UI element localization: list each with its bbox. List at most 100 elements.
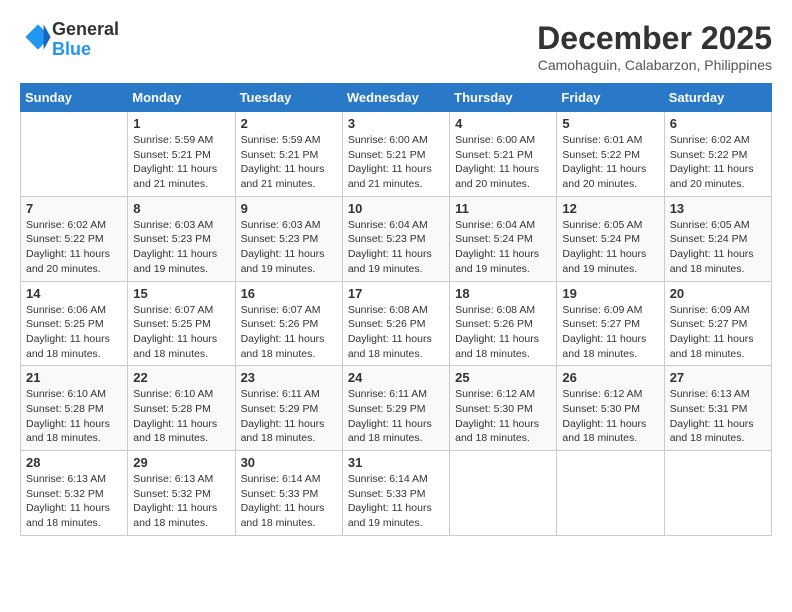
calendar-cell: 10 Sunrise: 6:04 AM Sunset: 5:23 PM Dayli… xyxy=(342,196,449,281)
day-number: 3 xyxy=(348,116,444,131)
day-info: Sunrise: 6:08 AM Sunset: 5:26 PM Dayligh… xyxy=(348,303,444,362)
day-info: Sunrise: 6:10 AM Sunset: 5:28 PM Dayligh… xyxy=(26,387,122,446)
day-number: 20 xyxy=(670,286,766,301)
day-number: 7 xyxy=(26,201,122,216)
calendar-cell: 5Sunrise: 6:01 AM Sunset: 5:22 PM Daylig… xyxy=(557,112,664,197)
calendar-cell: 1Sunrise: 5:59 AM Sunset: 5:21 PM Daylig… xyxy=(128,112,235,197)
calendar-cell: 16Sunrise: 6:07 AM Sunset: 5:26 PM Dayli… xyxy=(235,281,342,366)
day-info: Sunrise: 6:12 AM Sunset: 5:30 PM Dayligh… xyxy=(562,387,658,446)
day-number: 15 xyxy=(133,286,229,301)
weekday-header: Monday xyxy=(128,84,235,112)
day-number: 14 xyxy=(26,286,122,301)
location: Camohaguin, Calabarzon, Philippines xyxy=(537,57,772,73)
calendar-week-row: 1Sunrise: 5:59 AM Sunset: 5:21 PM Daylig… xyxy=(21,112,772,197)
calendar-cell xyxy=(664,451,771,536)
day-number: 23 xyxy=(241,370,337,385)
calendar-cell: 17 Sunrise: 6:08 AM Sunset: 5:26 PM Dayli… xyxy=(342,281,449,366)
day-info: Sunrise: 6:00 AM Sunset: 5:21 PM Dayligh… xyxy=(455,133,551,192)
day-info: Sunrise: 6:04 AM Sunset: 5:24 PM Dayligh… xyxy=(455,218,551,277)
calendar-cell: 23 Sunrise: 6:11 AM Sunset: 5:29 PM Dayli… xyxy=(235,366,342,451)
day-info: Sunrise: 6:02 AM Sunset: 5:22 PM Dayligh… xyxy=(26,218,122,277)
day-info: Sunrise: 6:08 AM Sunset: 5:26 PM Dayligh… xyxy=(455,303,551,362)
day-number: 12 xyxy=(562,201,658,216)
weekday-header: Thursday xyxy=(450,84,557,112)
day-info: Sunrise: 6:10 AM Sunset: 5:28 PM Dayligh… xyxy=(133,387,229,446)
calendar-week-row: 21Sunrise: 6:10 AM Sunset: 5:28 PM Dayli… xyxy=(21,366,772,451)
calendar-cell: 13 Sunrise: 6:05 AM Sunset: 5:24 PM Dayli… xyxy=(664,196,771,281)
calendar-cell: 26 Sunrise: 6:12 AM Sunset: 5:30 PM Dayli… xyxy=(557,366,664,451)
calendar-cell: 12 Sunrise: 6:05 AM Sunset: 5:24 PM Dayli… xyxy=(557,196,664,281)
weekday-header-row: SundayMondayTuesdayWednesdayThursdayFrid… xyxy=(21,84,772,112)
day-number: 18 xyxy=(455,286,551,301)
calendar-cell: 24 Sunrise: 6:11 AM Sunset: 5:29 PM Dayli… xyxy=(342,366,449,451)
day-number: 13 xyxy=(670,201,766,216)
day-number: 28 xyxy=(26,455,122,470)
day-info: Sunrise: 6:09 AM Sunset: 5:27 PM Dayligh… xyxy=(562,303,658,362)
day-info: Sunrise: 6:05 AM Sunset: 5:24 PM Dayligh… xyxy=(670,218,766,277)
calendar-cell: 11Sunrise: 6:04 AM Sunset: 5:24 PM Dayli… xyxy=(450,196,557,281)
day-number: 19 xyxy=(562,286,658,301)
logo-text: General Blue xyxy=(52,20,119,60)
day-number: 6 xyxy=(670,116,766,131)
day-number: 24 xyxy=(348,370,444,385)
day-info: Sunrise: 6:06 AM Sunset: 5:25 PM Dayligh… xyxy=(26,303,122,362)
logo: General Blue xyxy=(20,20,119,60)
calendar-cell: 25Sunrise: 6:12 AM Sunset: 5:30 PM Dayli… xyxy=(450,366,557,451)
day-info: Sunrise: 6:14 AM Sunset: 5:33 PM Dayligh… xyxy=(241,472,337,531)
day-number: 4 xyxy=(455,116,551,131)
calendar-cell: 22 Sunrise: 6:10 AM Sunset: 5:28 PM Dayli… xyxy=(128,366,235,451)
day-number: 22 xyxy=(133,370,229,385)
day-info: Sunrise: 6:04 AM Sunset: 5:23 PM Dayligh… xyxy=(348,218,444,277)
day-info: Sunrise: 6:13 AM Sunset: 5:32 PM Dayligh… xyxy=(26,472,122,531)
day-number: 10 xyxy=(348,201,444,216)
calendar-week-row: 7 Sunrise: 6:02 AM Sunset: 5:22 PM Daylig… xyxy=(21,196,772,281)
calendar-table: SundayMondayTuesdayWednesdayThursdayFrid… xyxy=(20,83,772,536)
day-number: 29 xyxy=(133,455,229,470)
day-number: 9 xyxy=(241,201,337,216)
page-header: General Blue December 2025 Camohaguin, C… xyxy=(20,20,772,73)
day-info: Sunrise: 6:11 AM Sunset: 5:29 PM Dayligh… xyxy=(348,387,444,446)
calendar-cell xyxy=(21,112,128,197)
day-info: Sunrise: 6:07 AM Sunset: 5:26 PM Dayligh… xyxy=(241,303,337,362)
day-info: Sunrise: 6:02 AM Sunset: 5:22 PM Dayligh… xyxy=(670,133,766,192)
calendar-cell: 14 Sunrise: 6:06 AM Sunset: 5:25 PM Dayli… xyxy=(21,281,128,366)
day-number: 17 xyxy=(348,286,444,301)
calendar-cell xyxy=(450,451,557,536)
day-info: Sunrise: 6:14 AM Sunset: 5:33 PM Dayligh… xyxy=(348,472,444,531)
weekday-header: Saturday xyxy=(664,84,771,112)
day-number: 27 xyxy=(670,370,766,385)
weekday-header: Tuesday xyxy=(235,84,342,112)
calendar-cell: 6 Sunrise: 6:02 AM Sunset: 5:22 PM Daylig… xyxy=(664,112,771,197)
calendar-cell: 28 Sunrise: 6:13 AM Sunset: 5:32 PM Dayli… xyxy=(21,451,128,536)
day-info: Sunrise: 6:13 AM Sunset: 5:31 PM Dayligh… xyxy=(670,387,766,446)
calendar-cell: 31 Sunrise: 6:14 AM Sunset: 5:33 PM Dayli… xyxy=(342,451,449,536)
calendar-cell: 18 Sunrise: 6:08 AM Sunset: 5:26 PM Dayli… xyxy=(450,281,557,366)
weekday-header: Sunday xyxy=(21,84,128,112)
day-info: Sunrise: 6:11 AM Sunset: 5:29 PM Dayligh… xyxy=(241,387,337,446)
day-info: Sunrise: 6:05 AM Sunset: 5:24 PM Dayligh… xyxy=(562,218,658,277)
day-info: Sunrise: 6:03 AM Sunset: 5:23 PM Dayligh… xyxy=(241,218,337,277)
calendar-week-row: 28 Sunrise: 6:13 AM Sunset: 5:32 PM Dayli… xyxy=(21,451,772,536)
day-info: Sunrise: 6:12 AM Sunset: 5:30 PM Dayligh… xyxy=(455,387,551,446)
day-number: 30 xyxy=(241,455,337,470)
day-number: 8 xyxy=(133,201,229,216)
calendar-cell: 9 Sunrise: 6:03 AM Sunset: 5:23 PM Daylig… xyxy=(235,196,342,281)
day-info: Sunrise: 6:03 AM Sunset: 5:23 PM Dayligh… xyxy=(133,218,229,277)
calendar-cell: 2Sunrise: 5:59 AM Sunset: 5:21 PM Daylig… xyxy=(235,112,342,197)
weekday-header: Friday xyxy=(557,84,664,112)
title-block: December 2025 Camohaguin, Calabarzon, Ph… xyxy=(537,20,772,73)
calendar-cell: 30 Sunrise: 6:14 AM Sunset: 5:33 PM Dayli… xyxy=(235,451,342,536)
calendar-cell: 21Sunrise: 6:10 AM Sunset: 5:28 PM Dayli… xyxy=(21,366,128,451)
calendar-cell: 7 Sunrise: 6:02 AM Sunset: 5:22 PM Daylig… xyxy=(21,196,128,281)
calendar-week-row: 14 Sunrise: 6:06 AM Sunset: 5:25 PM Dayli… xyxy=(21,281,772,366)
day-info: Sunrise: 6:13 AM Sunset: 5:32 PM Dayligh… xyxy=(133,472,229,531)
weekday-header: Wednesday xyxy=(342,84,449,112)
day-info: Sunrise: 6:00 AM Sunset: 5:21 PM Dayligh… xyxy=(348,133,444,192)
calendar-cell: 29 Sunrise: 6:13 AM Sunset: 5:32 PM Dayli… xyxy=(128,451,235,536)
day-number: 26 xyxy=(562,370,658,385)
month-year: December 2025 xyxy=(537,20,772,57)
day-number: 31 xyxy=(348,455,444,470)
calendar-cell: 8 Sunrise: 6:03 AM Sunset: 5:23 PM Daylig… xyxy=(128,196,235,281)
day-number: 5 xyxy=(562,116,658,131)
calendar-cell: 20Sunrise: 6:09 AM Sunset: 5:27 PM Dayli… xyxy=(664,281,771,366)
